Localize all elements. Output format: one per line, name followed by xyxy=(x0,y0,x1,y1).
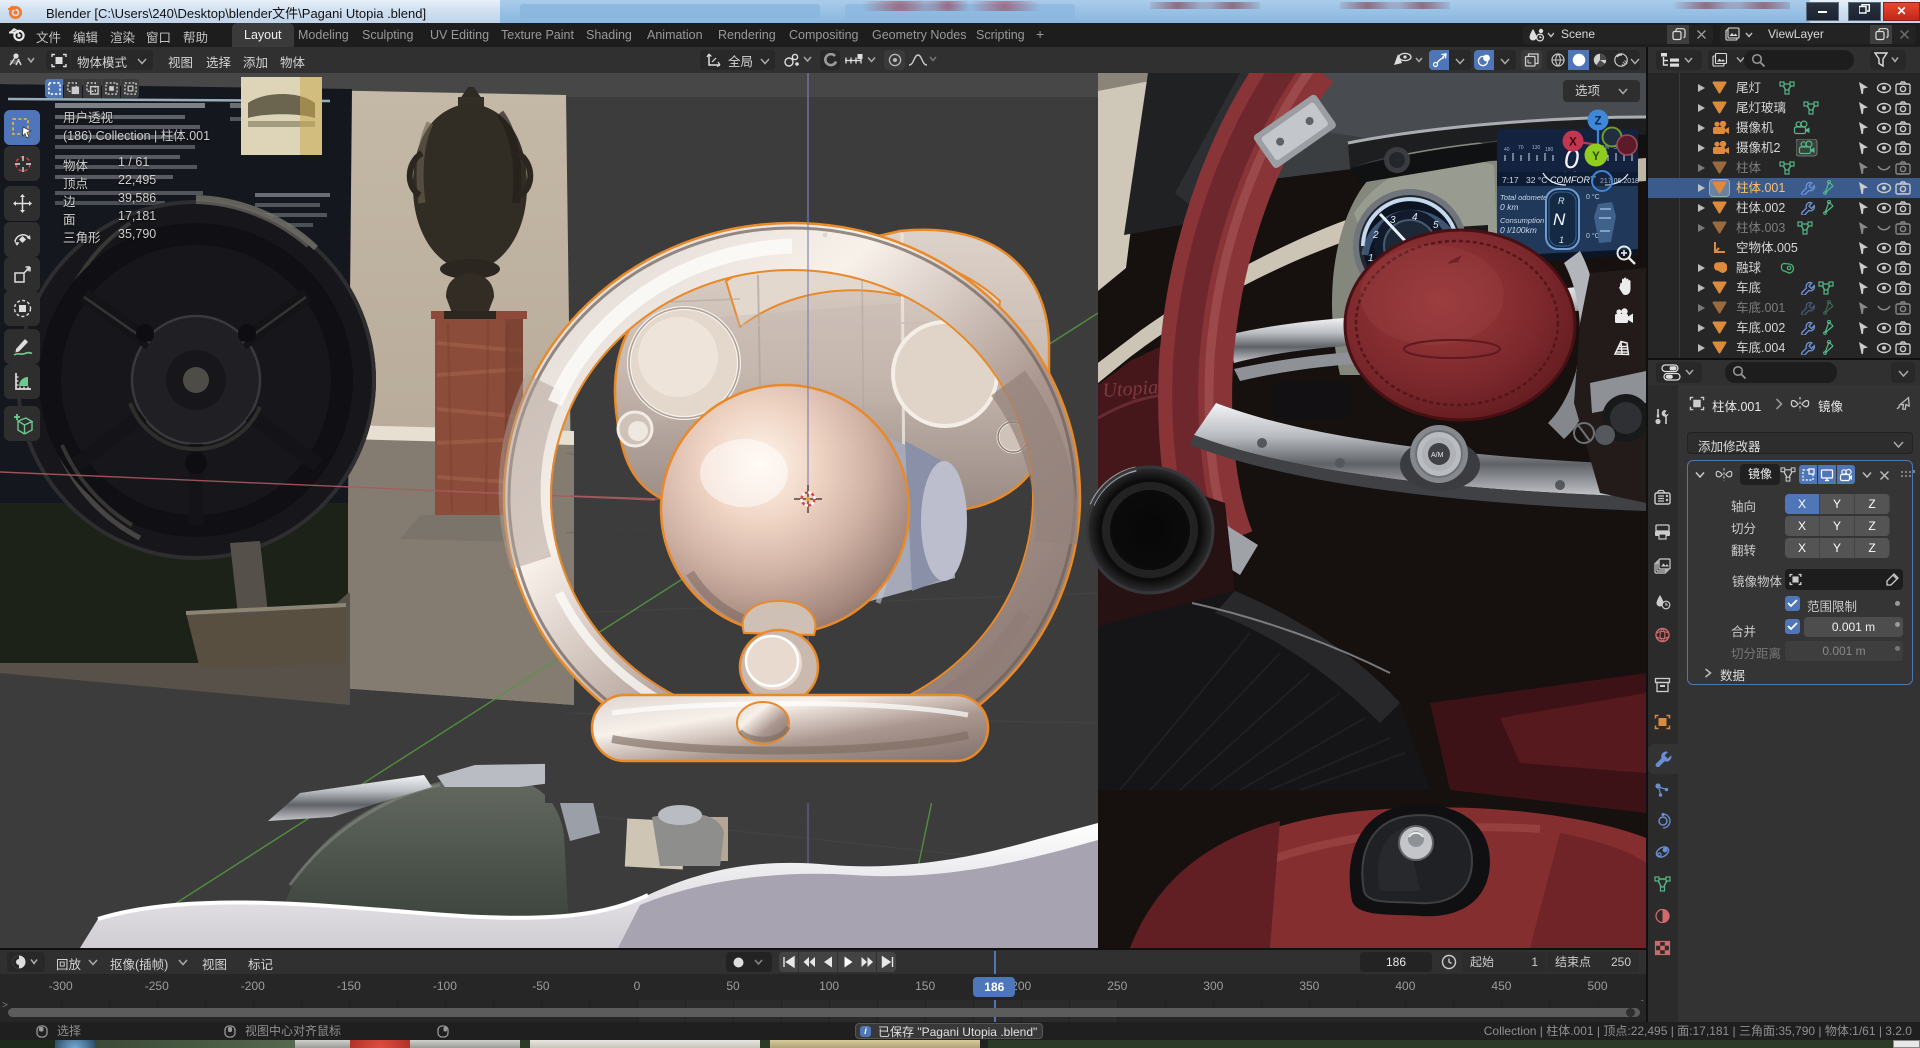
svg-text:X: X xyxy=(1569,137,1577,149)
svg-text:Utopia: Utopia xyxy=(1102,376,1159,402)
svg-text:Z: Z xyxy=(1594,116,1601,128)
svg-text:4: 4 xyxy=(1412,212,1418,223)
svg-text:Consumption: Consumption xyxy=(1500,216,1544,225)
svg-text:0 l/100km: 0 l/100km xyxy=(1500,225,1537,235)
svg-text:180: 180 xyxy=(1545,147,1554,153)
svg-text:40: 40 xyxy=(1504,147,1510,153)
svg-text:A/M: A/M xyxy=(1431,452,1444,459)
svg-text:5: 5 xyxy=(1433,220,1439,231)
svg-text:Y: Y xyxy=(1592,151,1600,163)
svg-text:Total odometer: Total odometer xyxy=(1500,193,1550,202)
svg-text:70: 70 xyxy=(1518,145,1524,151)
svg-text:0 km: 0 km xyxy=(1500,202,1518,212)
svg-text:2: 2 xyxy=(1372,230,1379,241)
svg-text:32 °C: 32 °C xyxy=(1526,175,1547,185)
svg-text:7:17: 7:17 xyxy=(1502,175,1519,185)
svg-text:130: 130 xyxy=(1532,145,1541,151)
